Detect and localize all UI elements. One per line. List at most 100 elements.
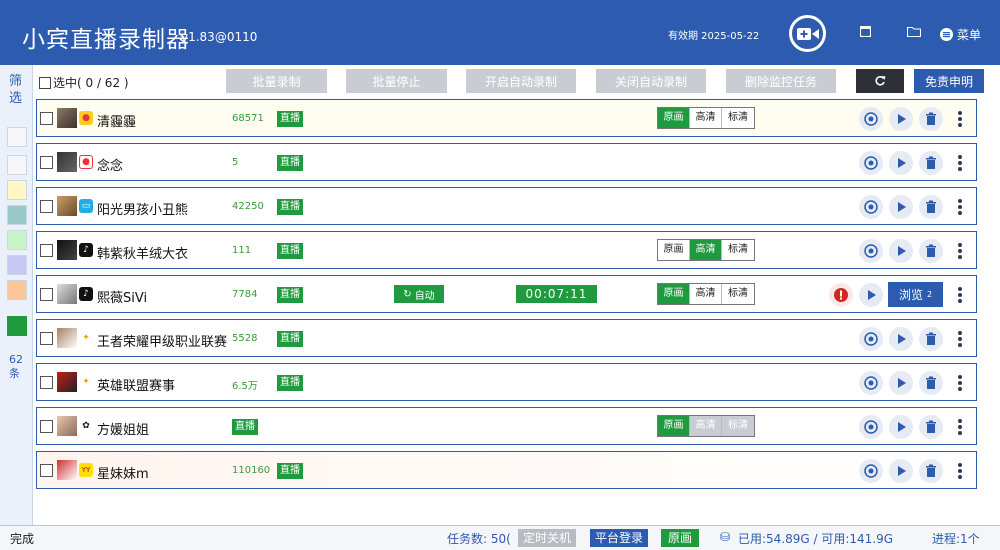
quality-selector[interactable]: 原画 高清 标清 [657,415,755,437]
quality-selector[interactable]: 原画 高清 标清 [657,239,755,261]
folder-icon[interactable] [907,26,921,37]
record-button[interactable] [859,195,883,219]
filter-block-icon[interactable] [7,127,27,147]
stream-row[interactable]: ✦ 英雄联盟赛事 6.5万 直播 [36,363,977,401]
more-options-icon[interactable] [955,285,965,305]
more-options-icon[interactable] [955,373,965,393]
stream-row[interactable]: ♪ 熙薇SiVi 7784 直播 ↻ 自动 00:07:11 原画 高清 标清 … [36,275,977,313]
filter-teal-swatch[interactable] [7,205,27,225]
quality-original[interactable]: 原画 [658,108,690,128]
auto-record-on-button[interactable]: 开启自动录制 [466,69,576,93]
more-options-icon[interactable] [955,417,965,437]
maximize-icon[interactable] [860,26,871,37]
record-button[interactable] [859,239,883,263]
quality-high[interactable]: 高清 [690,284,722,304]
stream-row[interactable]: YY 星妹妹m 110160 直播 [36,451,977,489]
auto-record-off-button[interactable]: 关闭自动录制 [596,69,706,93]
row-checkbox[interactable] [40,288,53,301]
play-button[interactable] [889,459,913,483]
record-button[interactable] [859,371,883,395]
delete-button[interactable] [919,327,943,351]
more-options-icon[interactable] [955,197,965,217]
menu-button[interactable]: 菜单 [940,26,981,43]
play-button[interactable] [859,283,883,307]
quality-high[interactable]: 高清 [690,108,722,128]
delete-button[interactable] [919,239,943,263]
auto-label: 自动 [414,290,435,302]
filter-purple-swatch[interactable] [7,255,27,275]
row-checkbox[interactable] [40,332,53,345]
quality-selector[interactable]: 原画 高清 标清 [657,107,755,129]
record-button[interactable] [859,459,883,483]
delete-button[interactable] [919,371,943,395]
delete-monitor-button[interactable]: 删除监控任务 [726,69,836,93]
quality-selector[interactable]: 原画 高清 标清 [657,283,755,305]
filter-green-swatch[interactable] [7,230,27,250]
video-record-logo-icon[interactable] [789,15,826,52]
platform-login-button[interactable]: 平台登录 [590,529,649,547]
stream-row[interactable]: ● 念念 5 直播 [36,143,977,181]
play-button[interactable] [889,239,913,263]
delete-button[interactable] [919,107,943,131]
play-button[interactable] [889,195,913,219]
row-checkbox[interactable] [40,244,53,257]
filter-search-icon[interactable] [7,155,27,175]
quality-high[interactable]: 高清 [690,240,722,260]
scheduled-shutdown-button[interactable]: 定时关机 [518,529,577,547]
row-checkbox[interactable] [40,376,53,389]
select-all-checkbox[interactable] [39,76,51,89]
stream-row[interactable]: ✿ 方媛姐姐 直播 原画 高清 标清 [36,407,977,445]
stream-row[interactable]: ▭ 阳光男孩小丑熊 42250 直播 [36,187,977,225]
stream-row[interactable]: ✦ 王者荣耀甲级职业联赛 5528 直播 [36,319,977,357]
quality-standard[interactable]: 标清 [722,108,754,128]
record-button[interactable] [859,327,883,351]
quality-original[interactable]: 原画 [658,240,690,260]
row-checkbox[interactable] [40,112,53,125]
stream-row[interactable]: ● 清霾霾 68571 直播 原画 高清 标清 [36,99,977,137]
disclaimer-button[interactable]: 免责申明 [914,69,984,93]
recording-alert-icon [834,288,848,302]
filter-yellow-swatch[interactable] [7,180,27,200]
select-all[interactable]: 选中( 0 / 62 ) [39,74,129,91]
row-checkbox[interactable] [40,200,53,213]
more-options-icon[interactable] [955,109,965,129]
row-checkbox[interactable] [40,420,53,433]
more-options-icon[interactable] [955,461,965,481]
refresh-button[interactable] [856,69,904,93]
more-options-icon[interactable] [955,153,965,173]
batch-stop-button[interactable]: 批量停止 [346,69,447,93]
stop-record-button[interactable] [829,283,853,307]
record-button[interactable] [859,151,883,175]
default-quality-button[interactable]: 原画 [661,529,700,547]
more-options-icon[interactable] [955,241,965,261]
browse-button[interactable]: 浏览 2 [888,282,943,307]
play-button[interactable] [889,415,913,439]
play-button[interactable] [889,371,913,395]
delete-button[interactable] [919,151,943,175]
play-button[interactable] [889,107,913,131]
row-checkbox[interactable] [40,156,53,169]
trash-icon [926,112,936,125]
filter-orange-swatch[interactable] [7,280,27,300]
viewer-count: 7784 [232,289,258,300]
quality-standard[interactable]: 标清 [722,284,754,304]
avatar [57,416,77,436]
delete-button[interactable] [919,195,943,219]
batch-record-button[interactable]: 批量录制 [226,69,327,93]
quality-standard[interactable]: 标清 [722,240,754,260]
row-checkbox[interactable] [40,464,53,477]
auto-record-badge[interactable]: ↻ 自动 [394,285,444,303]
stream-row[interactable]: ♪ 韩紫秋羊绒大衣 111 直播 原画 高清 标清 [36,231,977,269]
filter-live-icon[interactable] [7,316,27,336]
record-button[interactable] [859,415,883,439]
delete-button[interactable] [919,459,943,483]
record-button[interactable] [859,107,883,131]
quality-original[interactable]: 原画 [658,284,690,304]
play-button[interactable] [889,151,913,175]
quality-original[interactable]: 原画 [658,416,690,436]
delete-button[interactable] [919,415,943,439]
play-icon [898,378,906,388]
quality-high: 高清 [690,416,722,436]
play-button[interactable] [889,327,913,351]
more-options-icon[interactable] [955,329,965,349]
